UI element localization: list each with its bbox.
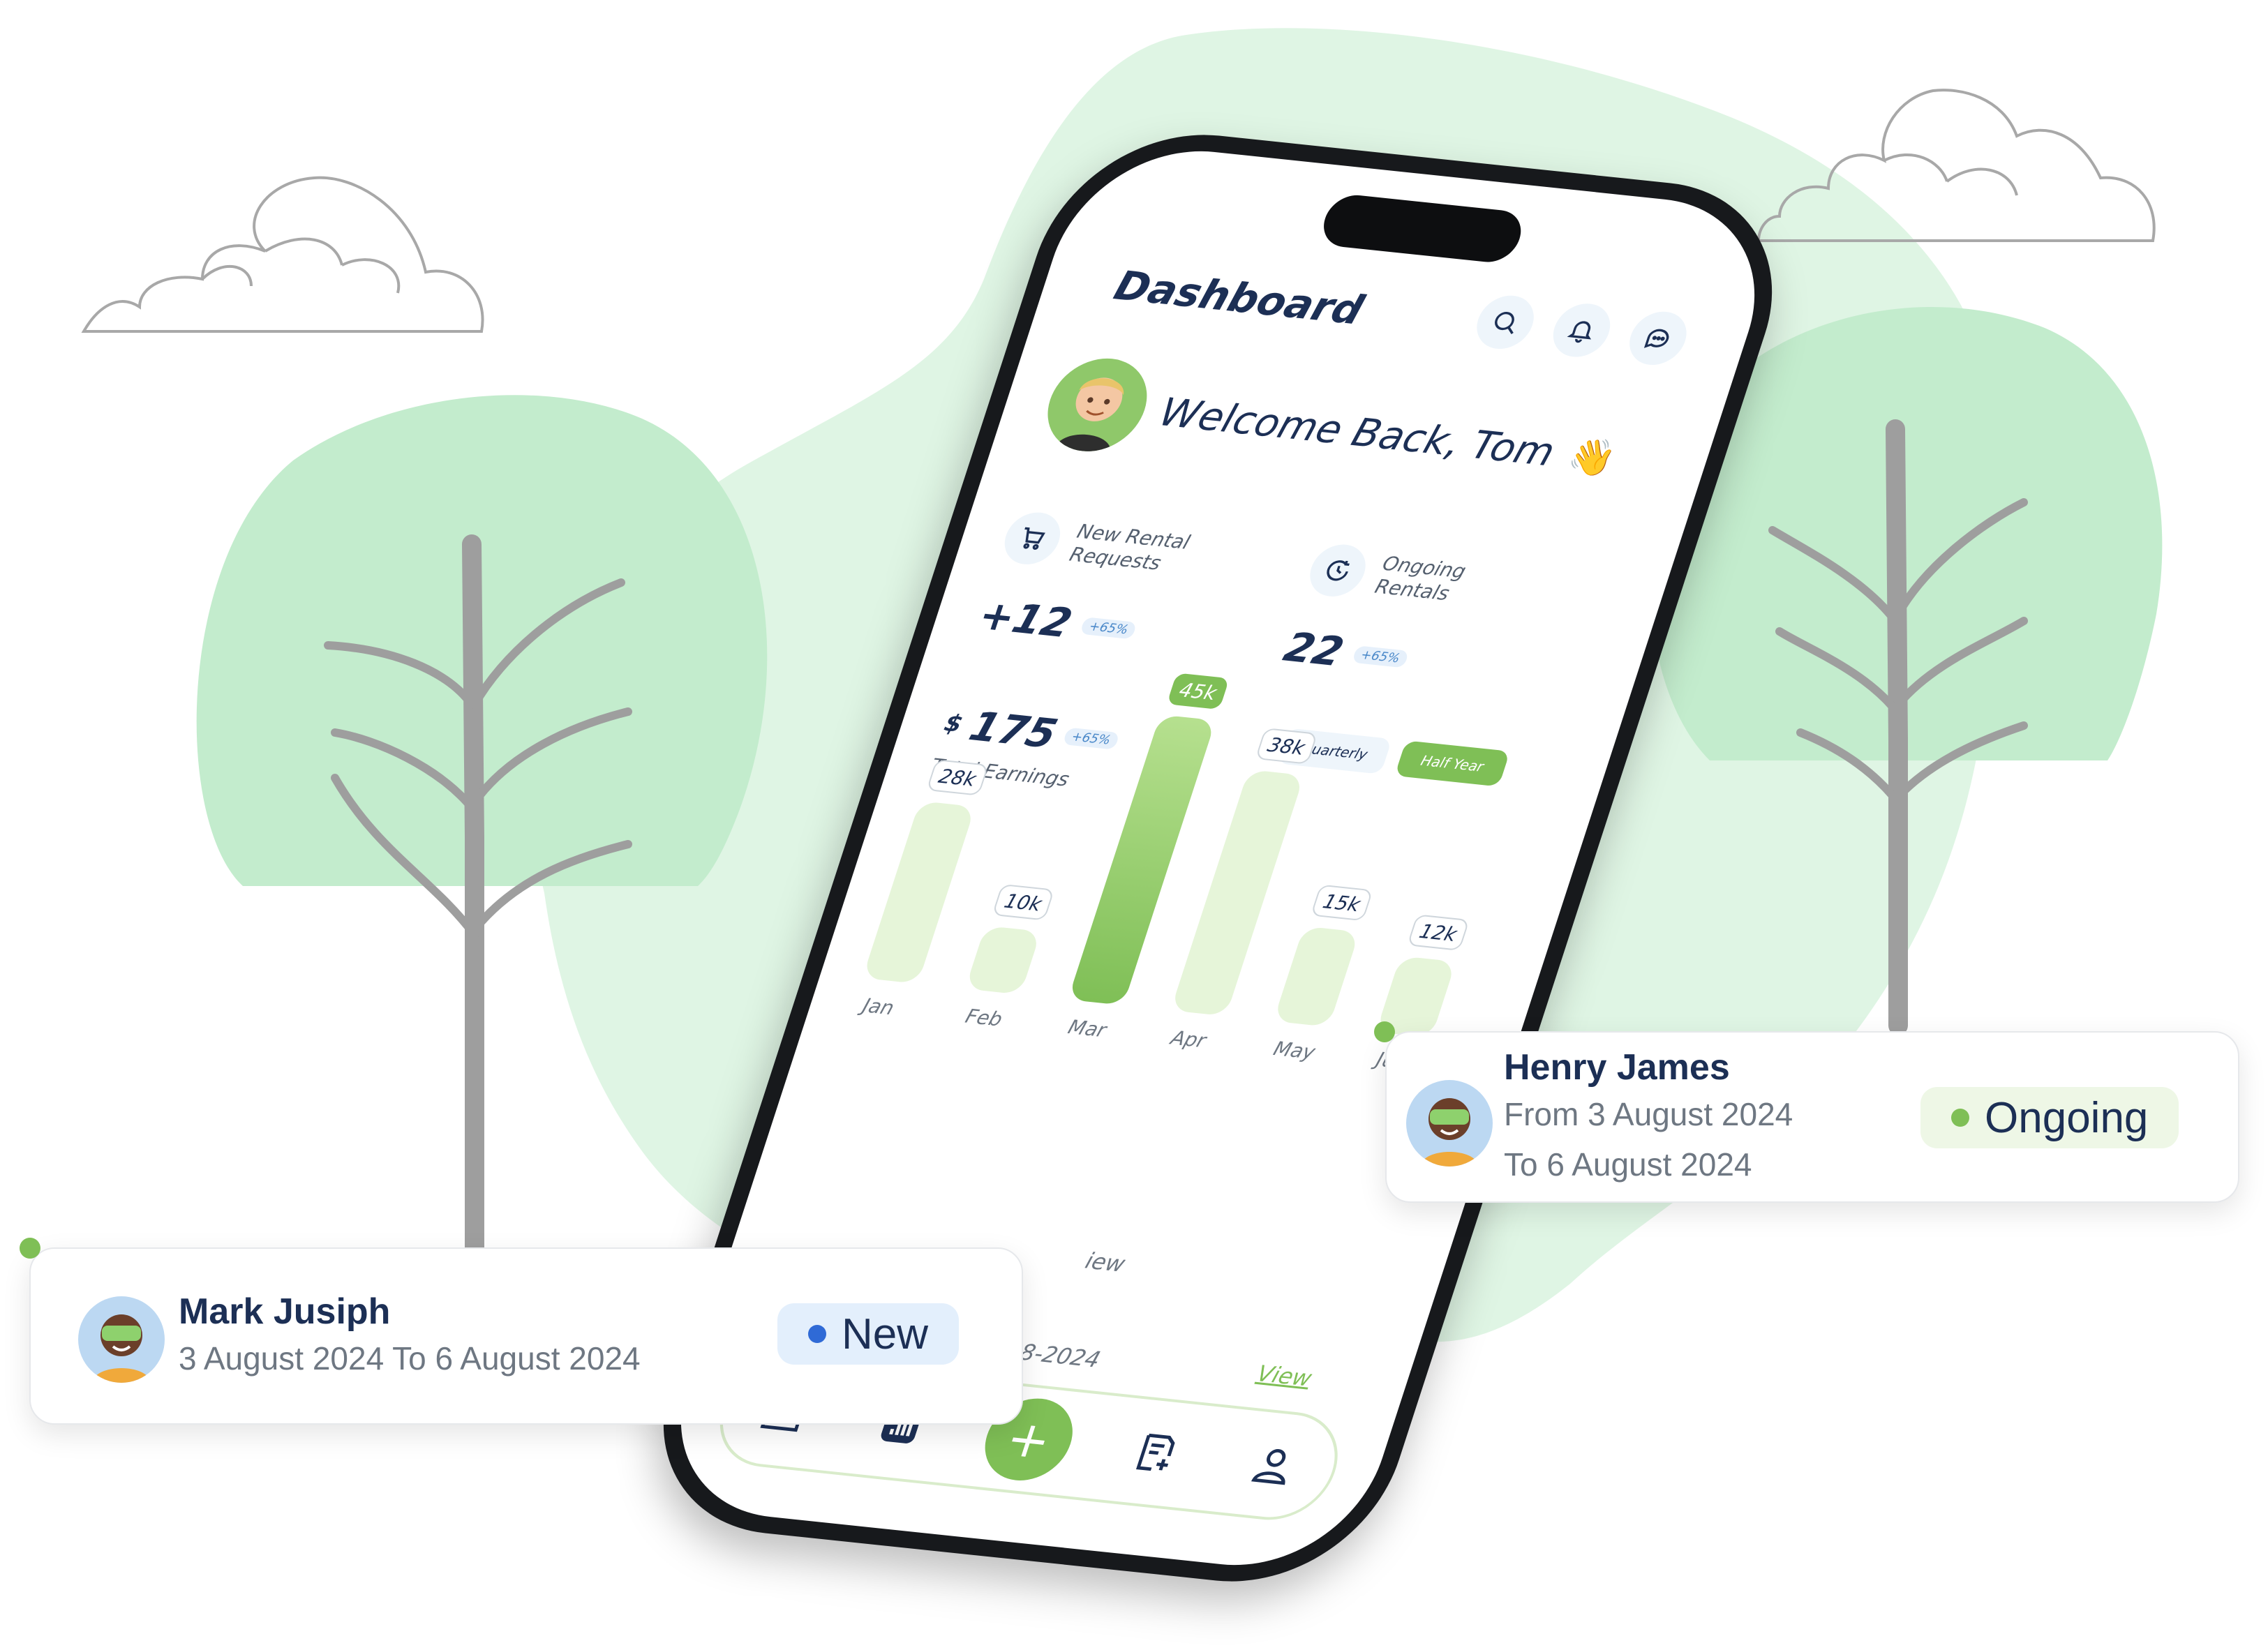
chart-bar-apr[interactable] <box>1170 769 1304 1017</box>
chart-bar-may[interactable] <box>1273 926 1360 1027</box>
percent-badge: +65% <box>1080 616 1138 639</box>
status-dot <box>1374 1021 1395 1042</box>
status-indicator <box>808 1325 826 1343</box>
chart-bar-jan[interactable] <box>862 800 976 984</box>
avatar[interactable] <box>1035 354 1160 456</box>
cart-icon <box>997 509 1068 567</box>
chart-month-label: Jan <box>860 993 897 1020</box>
chat-icon[interactable] <box>1622 308 1694 368</box>
profile-icon[interactable] <box>1232 1432 1315 1499</box>
welcome-message: Welcome Back, Tom <box>1154 389 1561 475</box>
rental-card-henry[interactable]: Henry James From 3 August 2024 To 6 Augu… <box>1374 1021 2239 1203</box>
avatar <box>1406 1080 1493 1167</box>
chart-value-label: 38k <box>1255 728 1318 765</box>
chart-bar-feb[interactable] <box>964 925 1041 995</box>
rental-requests-stat: New Rental Requests <box>997 509 1194 580</box>
dynamic-island <box>1316 193 1528 265</box>
status-dot <box>20 1238 40 1259</box>
bell-icon[interactable] <box>1546 301 1618 360</box>
customer-name: Henry James <box>1504 1047 1730 1088</box>
chart-value-label: 45k <box>1166 673 1230 710</box>
page-title: Dashboard <box>1108 262 1370 334</box>
chart-value-label: 12k <box>1407 914 1470 951</box>
clock-refresh-icon <box>1303 541 1373 599</box>
chart-value-label: 10k <box>992 883 1055 921</box>
ongoing-rentals-stat: Ongoing Rentals <box>1303 541 1470 609</box>
view-link[interactable]: View <box>1253 1360 1315 1392</box>
chart-month-label: May <box>1270 1037 1318 1064</box>
rental-card-mark[interactable]: Mark Jusiph 3 August 2024 To 6 August 20… <box>20 1238 1023 1425</box>
status-badge: New <box>777 1303 960 1365</box>
chart-value-label: 28k <box>926 759 990 796</box>
status-text: New <box>842 1310 929 1358</box>
cloud-left <box>81 176 484 333</box>
waving-hand-emoji: 👋 <box>1562 434 1622 481</box>
percent-badge: +65% <box>1351 645 1410 668</box>
search-icon[interactable] <box>1469 292 1542 352</box>
chart-value-label: 15k <box>1310 884 1373 922</box>
ongoing-rentals-value: 22 <box>1278 623 1350 676</box>
chart-month-label: Mar <box>1065 1015 1110 1042</box>
chart-month-label: Apr <box>1167 1026 1209 1053</box>
status-badge: Ongoing <box>1920 1087 2179 1148</box>
rental-requests-value: +12 <box>973 591 1078 647</box>
list-header-fragment: iew <box>1082 1247 1129 1277</box>
rental-end: To 6 August 2024 <box>1504 1146 1752 1183</box>
rental-start: From 3 August 2024 <box>1504 1096 1793 1132</box>
status-text: Ongoing <box>1985 1093 2149 1142</box>
status-indicator <box>1951 1109 1969 1127</box>
rental-dates: 3 August 2024 To 6 August 2024 <box>179 1340 641 1377</box>
chart-month-label: Feb <box>962 1005 1006 1031</box>
new-document-icon[interactable] <box>1115 1419 1198 1487</box>
avatar <box>78 1296 165 1383</box>
customer-name: Mark Jusiph <box>179 1291 391 1332</box>
